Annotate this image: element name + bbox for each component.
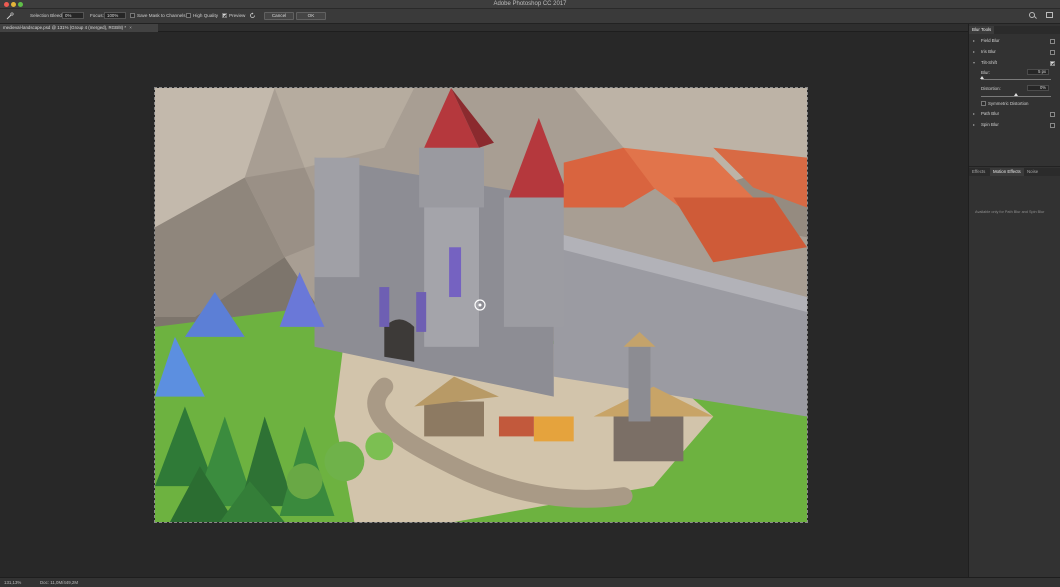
blur-amount-label: Blur: bbox=[981, 70, 991, 75]
ok-button[interactable]: OK bbox=[296, 12, 326, 20]
status-bar: 131,13% Doc: 11,0M/449,2M bbox=[0, 577, 1060, 587]
collapsed-arrow-icon[interactable]: ▸ bbox=[973, 120, 975, 130]
document-canvas[interactable] bbox=[154, 87, 808, 523]
workspace-icon[interactable] bbox=[1046, 12, 1053, 18]
tilt-shift-checkbox[interactable] bbox=[1050, 61, 1055, 66]
symmetric-distortion-checkbox[interactable] bbox=[981, 101, 986, 106]
iris-blur-checkbox[interactable] bbox=[1050, 50, 1055, 55]
blur-slider-knob[interactable] bbox=[980, 76, 985, 79]
blur-amount-input[interactable]: 5 px bbox=[1027, 69, 1049, 75]
collapsed-arrow-icon[interactable]: ▸ bbox=[973, 36, 975, 46]
tab-motion-effects[interactable]: Motion Effects bbox=[990, 168, 1024, 176]
blur-item-field-blur[interactable]: ▸ Field Blur bbox=[969, 36, 1060, 46]
symmetric-distortion-label: Symmetric Distortion bbox=[988, 101, 1029, 106]
title-bar: Adobe Photoshop CC 2017 bbox=[0, 0, 1060, 9]
high-quality-label: High Quality bbox=[193, 13, 219, 18]
distortion-label: Distortion: bbox=[981, 86, 1001, 91]
distortion-slider-knob[interactable] bbox=[1014, 93, 1018, 96]
blur-item-label: Spin Blur bbox=[981, 122, 999, 127]
focus-label: Focus: bbox=[90, 13, 104, 18]
effects-unavailable-message: Available only for Path Blur and Spin Bl… bbox=[975, 210, 1045, 214]
save-mask-checkbox[interactable] bbox=[130, 13, 135, 18]
save-mask-label: Save Mask to Channels bbox=[137, 13, 186, 18]
document-tab-label: medieval-landscape.psd @ 131% (Group 4 (… bbox=[3, 25, 127, 30]
window-title: Adobe Photoshop CC 2017 bbox=[493, 1, 567, 7]
selection-bleed-input[interactable]: 0% bbox=[62, 12, 84, 19]
blur-item-label: Path Blur bbox=[981, 111, 1000, 116]
zoom-level[interactable]: 131,13% bbox=[4, 580, 21, 585]
blur-item-label: Iris Blur bbox=[981, 49, 996, 54]
close-tab-icon[interactable]: × bbox=[129, 24, 132, 32]
field-blur-checkbox[interactable] bbox=[1050, 39, 1055, 44]
tab-effects[interactable]: Effects bbox=[969, 168, 988, 176]
tab-noise[interactable]: Noise bbox=[1024, 168, 1041, 176]
focus-input[interactable]: 100% bbox=[104, 12, 126, 19]
blur-gallery-tool-icon[interactable] bbox=[6, 12, 14, 20]
document-tab-bar: medieval-landscape.psd @ 131% (Group 4 (… bbox=[0, 24, 968, 32]
distortion-slider[interactable] bbox=[981, 93, 1051, 97]
reset-icon[interactable] bbox=[249, 12, 256, 19]
blur-item-tilt-shift[interactable]: ▾ Tilt-Shift bbox=[969, 58, 1060, 68]
canvas-area[interactable] bbox=[0, 32, 968, 577]
collapsed-arrow-icon[interactable]: ▸ bbox=[973, 47, 975, 57]
blur-slider[interactable] bbox=[980, 76, 1051, 80]
search-icon[interactable] bbox=[1029, 12, 1035, 18]
expanded-arrow-icon[interactable]: ▾ bbox=[973, 58, 975, 68]
path-blur-checkbox[interactable] bbox=[1050, 112, 1055, 117]
options-bar: Selection Bleed: 0% Focus: 100% Save Mas… bbox=[0, 9, 1060, 24]
effects-panel-header: Effects Motion Effects Noise bbox=[969, 168, 1060, 176]
spin-blur-checkbox[interactable] bbox=[1050, 123, 1055, 128]
document-tab[interactable]: medieval-landscape.psd @ 131% (Group 4 (… bbox=[0, 24, 158, 32]
selection-bleed-label: Selection Bleed: bbox=[30, 13, 64, 18]
collapsed-arrow-icon[interactable]: ▸ bbox=[973, 109, 975, 119]
blur-tools-panel: Blur Tools ▸ Field Blur ▸ Iris Blur ▾ Ti… bbox=[968, 24, 1060, 577]
blur-item-spin-blur[interactable]: ▸ Spin Blur bbox=[969, 120, 1060, 130]
blur-item-label: Tilt-Shift bbox=[981, 60, 997, 65]
high-quality-checkbox[interactable] bbox=[186, 13, 191, 18]
document-size-info[interactable]: Doc: 11,0M/449,2M bbox=[40, 580, 78, 585]
blur-tools-header: Blur Tools bbox=[969, 26, 1060, 34]
cancel-button[interactable]: Cancel bbox=[264, 12, 294, 20]
blur-item-path-blur[interactable]: ▸ Path Blur bbox=[969, 109, 1060, 119]
medieval-landscape-image bbox=[155, 88, 807, 522]
preview-checkbox[interactable] bbox=[222, 13, 227, 18]
preview-label: Preview bbox=[229, 13, 246, 18]
panel-divider bbox=[969, 166, 1060, 167]
blur-item-label: Field Blur bbox=[981, 38, 1000, 43]
tab-blur-tools[interactable]: Blur Tools bbox=[969, 26, 995, 34]
blur-item-iris-blur[interactable]: ▸ Iris Blur bbox=[969, 47, 1060, 57]
distortion-input[interactable]: 0% bbox=[1027, 85, 1049, 91]
